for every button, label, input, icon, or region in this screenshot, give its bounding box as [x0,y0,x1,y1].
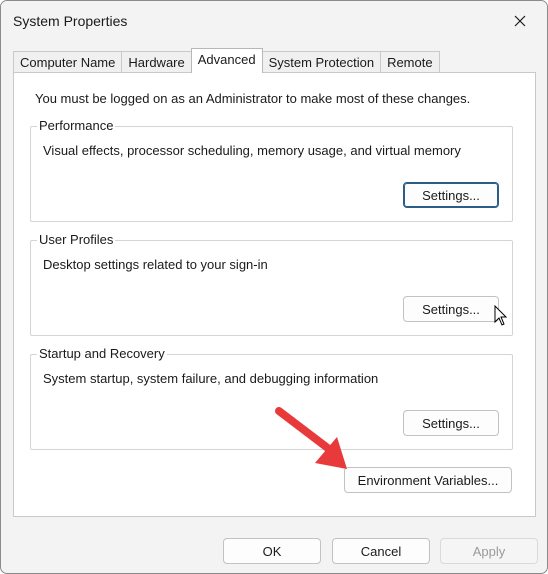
performance-settings-button[interactable]: Settings... [403,182,499,208]
performance-description: Visual effects, processor scheduling, me… [43,143,461,158]
startup-recovery-settings-button[interactable]: Settings... [403,410,499,436]
user-profiles-legend: User Profiles [37,232,116,247]
tab-advanced[interactable]: Advanced [190,48,263,73]
system-properties-window: System Properties Computer Name Hardware… [0,0,548,574]
environment-variables-button[interactable]: Environment Variables... [344,467,512,493]
cancel-button[interactable]: Cancel [332,538,430,564]
user-profiles-group: User Profiles Desktop settings related t… [30,232,513,336]
tab-system-protection[interactable]: System Protection [261,51,382,73]
red-arrow-icon [275,407,347,469]
tab-strip: Computer Name Hardware Advanced System P… [13,48,440,73]
title-bar: System Properties [1,1,547,41]
mouse-pointer-icon [494,305,508,326]
tab-computer-name[interactable]: Computer Name [13,51,123,73]
tab-remote[interactable]: Remote [380,51,440,73]
user-profiles-description: Desktop settings related to your sign-in [43,257,268,272]
admin-notice: You must be logged on as an Administrato… [35,91,471,106]
startup-recovery-legend: Startup and Recovery [37,346,167,361]
user-profiles-settings-button[interactable]: Settings... [403,296,499,322]
close-icon [514,15,526,27]
performance-legend: Performance [37,118,116,133]
apply-button[interactable]: Apply [440,538,538,564]
window-title: System Properties [13,13,128,29]
startup-recovery-description: System startup, system failure, and debu… [43,371,379,386]
close-button[interactable] [497,1,543,41]
ok-button[interactable]: OK [223,538,321,564]
performance-group: Performance Visual effects, processor sc… [30,118,513,222]
tab-hardware[interactable]: Hardware [121,51,192,73]
